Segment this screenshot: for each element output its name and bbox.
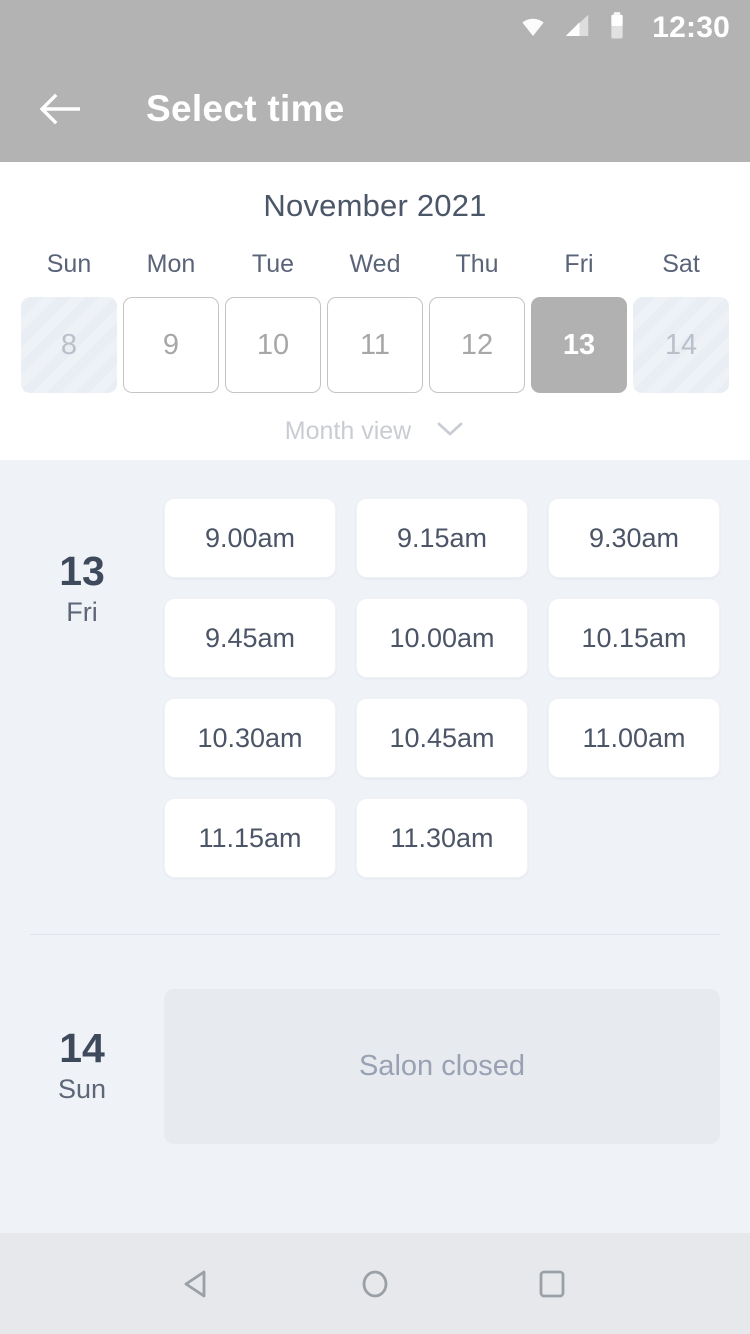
schedule-day-dow: Fri [66,597,98,628]
day-cell-slot: 8 [18,297,120,393]
day-cell-slot: 14 [630,297,732,393]
calendar-panel: November 2021 Sun Mon Tue Wed Thu Fri Sa… [0,162,750,460]
schedule-group-13: 13 Fri 9.00am 9.15am 9.30am 9.45am 10.00… [0,498,750,878]
section-divider [30,934,720,935]
nav-home-button[interactable] [339,1248,411,1320]
schedule-group-14: 14 Sun Salon closed [0,989,750,1144]
back-arrow-icon [39,93,80,125]
battery-icon [606,11,628,46]
nav-back-button[interactable] [162,1248,234,1320]
weekday-label: Wed [349,250,401,278]
time-slot[interactable]: 10.15am [548,598,720,678]
weekday-header-row: Sun Mon Tue Wed Thu Fri Sat [0,250,750,297]
time-slot[interactable]: 9.00am [164,498,336,578]
weekday-label: Thu [455,250,499,278]
day-cell-11[interactable]: 11 [327,297,423,393]
recents-nav-icon [539,1270,565,1297]
month-view-label: Month view [284,417,412,445]
weekday-label: Fri [564,250,594,278]
day-cell-slot: 12 [426,297,528,393]
page-title: Select time [146,88,345,129]
wifi-icon [518,11,548,46]
time-slot[interactable]: 9.15am [356,498,528,578]
weekday-label: Sat [662,250,700,278]
time-slot[interactable]: 9.30am [548,498,720,578]
day-cell-14: 14 [633,297,729,393]
day-cell-10[interactable]: 10 [225,297,321,393]
calendar-month-title: November 2021 [263,188,487,223]
signal-icon [562,11,592,46]
time-slot[interactable]: 11.15am [164,798,336,878]
day-cell-12[interactable]: 12 [429,297,525,393]
phone-screen: 12:30 Select time November 2021 Sun Mon … [0,0,750,1334]
day-cell-row: 8 9 10 11 12 13 14 [0,297,750,393]
month-view-toggle[interactable]: Month view [0,417,750,446]
time-slot[interactable]: 10.45am [356,698,528,778]
time-slot-grid: 9.00am 9.15am 9.30am 9.45am 10.00am 10.1… [134,498,720,878]
schedule-day-label: 14 Sun [30,989,134,1144]
home-nav-icon [362,1270,388,1297]
schedule-day-dow: Sun [57,1074,107,1105]
chevron-down-icon [435,420,465,443]
schedule-day-number: 13 [59,548,105,594]
day-cell-slot: 10 [222,297,324,393]
nav-recents-button[interactable] [516,1248,588,1320]
time-slot[interactable]: 9.45am [164,598,336,678]
android-nav-bar [0,1233,750,1334]
back-button[interactable] [32,81,88,137]
day-cell-8: 8 [21,297,117,393]
schedule-list: 13 Fri 9.00am 9.15am 9.30am 9.45am 10.00… [0,460,750,1233]
time-slot[interactable]: 11.30am [356,798,528,878]
weekday-label: Sun [46,250,92,278]
status-icons: 12:30 [518,11,730,46]
salon-closed-panel: Salon closed [164,989,720,1144]
time-slot[interactable]: 11.00am [548,698,720,778]
time-slot[interactable]: 10.00am [356,598,528,678]
weekday-label: Tue [251,250,295,278]
day-cell-slot: 9 [120,297,222,393]
back-nav-icon [184,1270,206,1297]
day-cell-13-selected[interactable]: 13 [531,297,627,393]
schedule-day-number: 14 [59,1025,105,1071]
day-cell-slot: 11 [324,297,426,393]
status-time: 12:30 [652,11,730,44]
time-slot[interactable]: 10.30am [164,698,336,778]
app-bar: Select time [0,56,750,162]
status-bar: 12:30 [0,0,750,56]
day-cell-slot: 13 [528,297,630,393]
schedule-day-label: 13 Fri [30,498,134,878]
day-cell-9[interactable]: 9 [123,297,219,393]
weekday-label: Mon [146,250,196,278]
